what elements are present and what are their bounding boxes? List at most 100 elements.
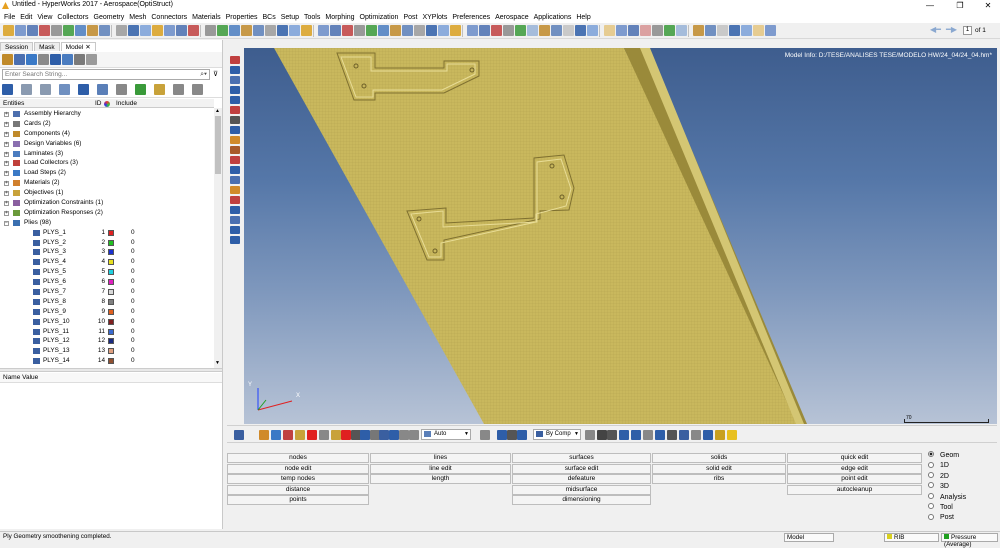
toolbar-tool-icon[interactable] — [491, 25, 502, 36]
browser-filter-icon[interactable] — [135, 84, 146, 95]
distance-button[interactable]: distance — [227, 484, 369, 495]
visualization-tool-icon[interactable] — [389, 430, 399, 440]
view-tool-icon[interactable] — [230, 106, 240, 114]
ply-color-swatch[interactable] — [108, 328, 114, 335]
menu-properties[interactable]: Properties — [226, 12, 263, 23]
nodes-button[interactable]: nodes — [227, 453, 369, 463]
page-radio-geom[interactable]: Geom — [928, 451, 959, 461]
menu-post[interactable]: Post — [403, 12, 422, 23]
ply-row[interactable]: PLYS_6 6 0 — [0, 277, 213, 287]
ply-row[interactable]: PLYS_10 10 0 — [0, 317, 213, 327]
view-tool-icon[interactable] — [230, 146, 240, 154]
ply-row[interactable]: PLYS_5 5 0 — [0, 267, 213, 277]
expand-toggle-icon[interactable]: + — [4, 112, 9, 117]
toolbar-tool-icon[interactable] — [717, 25, 728, 36]
browser-tool-icon[interactable] — [50, 54, 61, 65]
visualization-tool-icon[interactable] — [497, 430, 507, 440]
toolbar-tool-icon[interactable] — [366, 25, 377, 36]
entities-column-header[interactable]: Entities — [3, 99, 24, 108]
toolbar-tool-icon[interactable] — [551, 25, 562, 36]
ply-color-swatch[interactable] — [108, 318, 114, 325]
visualization-tool-icon[interactable] — [480, 430, 490, 440]
menu-morphing[interactable]: Morphing — [325, 12, 359, 23]
ply-color-swatch[interactable] — [108, 358, 114, 365]
toolbar-tool-icon[interactable] — [378, 25, 389, 36]
browser-tool-icon[interactable] — [86, 54, 97, 65]
toolbar-tool-icon[interactable] — [467, 25, 478, 36]
expand-toggle-icon[interactable]: + — [4, 201, 9, 207]
view-tool-icon[interactable] — [230, 116, 240, 124]
ribs-button[interactable]: ribs — [652, 474, 786, 484]
defeature-button[interactable]: defeature — [512, 474, 651, 484]
toolbar-tool-icon[interactable] — [616, 25, 627, 36]
toolbar-tool-icon[interactable] — [39, 25, 50, 36]
expand-toggle-icon[interactable]: + — [4, 210, 9, 216]
toolbar-tool-icon[interactable] — [241, 25, 252, 36]
visualization-tool-icon[interactable] — [643, 430, 653, 440]
menu-geometry[interactable]: Geometry — [94, 12, 130, 23]
panel-splitter[interactable] — [0, 368, 222, 372]
toolbar-tool-icon[interactable] — [438, 25, 449, 36]
expand-toggle-icon[interactable]: + — [4, 171, 9, 177]
ply-row[interactable]: PLYS_14 14 0 — [0, 356, 213, 366]
radio-icon[interactable] — [928, 451, 934, 458]
graphics-area[interactable]: Y X Model Info: D:/TESE/ANALISES TESE/MO… — [244, 48, 997, 424]
view-tool-icon[interactable] — [230, 76, 240, 84]
lines-button[interactable]: lines — [370, 453, 511, 463]
toolbar-tool-icon[interactable] — [140, 25, 151, 36]
radio-icon[interactable] — [928, 471, 934, 478]
line-edit-button[interactable]: line edit — [370, 463, 511, 474]
view-tool-icon[interactable] — [230, 236, 240, 244]
radio-icon[interactable] — [928, 513, 934, 520]
solids-button[interactable]: solids — [652, 453, 786, 463]
expand-toggle-icon[interactable]: + — [4, 141, 9, 147]
id-column-header[interactable]: ID — [95, 99, 102, 108]
menu-setup[interactable]: Setup — [281, 12, 304, 23]
ply-row[interactable]: PLYS_12 12 0 — [0, 336, 213, 346]
toolbar-tool-icon[interactable] — [188, 25, 199, 36]
visualization-tool-icon[interactable] — [703, 430, 713, 440]
tree-folder-row[interactable]: + Design Variables (6) — [0, 139, 213, 149]
browser-filter-icon[interactable] — [116, 84, 127, 95]
toolbar-tool-icon[interactable] — [87, 25, 98, 36]
toolbar-tool-icon[interactable] — [277, 25, 288, 36]
menu-help[interactable]: Help — [576, 12, 595, 23]
quick-edit-button[interactable]: quick edit — [787, 453, 922, 463]
tab-mask[interactable]: Mask — [34, 42, 60, 51]
menu-connectors[interactable]: Connectors — [151, 12, 192, 23]
view-tool-icon[interactable] — [230, 186, 240, 194]
include-column-header[interactable]: Include — [116, 99, 137, 108]
dimensioning-button[interactable]: dimensioning — [512, 495, 651, 505]
toolbar-tool-icon[interactable] — [265, 25, 276, 36]
browser-tool-icon[interactable] — [74, 54, 85, 65]
page-radio-2d[interactable]: 2D — [928, 471, 949, 482]
surface-edit-button[interactable]: surface edit — [512, 463, 651, 474]
toolbar-tool-icon[interactable] — [753, 25, 764, 36]
status-load-collector[interactable]: Pressure (Average) — [941, 533, 998, 548]
browser-filter-icon[interactable] — [59, 84, 70, 95]
ply-row[interactable]: PLYS_7 7 0 — [0, 287, 213, 297]
visualization-tool-icon[interactable] — [234, 430, 244, 440]
visualization-tool-icon[interactable] — [597, 430, 607, 440]
ply-color-swatch[interactable] — [108, 348, 114, 355]
view-tool-icon[interactable] — [230, 96, 240, 104]
toolbar-tool-icon[interactable] — [402, 25, 413, 36]
page-radio-tool[interactable]: Tool — [928, 503, 953, 513]
toolbar-tool-icon[interactable] — [575, 25, 586, 36]
toolbar-tool-icon[interactable] — [75, 25, 86, 36]
view-tool-icon[interactable] — [230, 166, 240, 174]
view-tool-icon[interactable] — [230, 206, 240, 214]
tree-folder-row[interactable]: + Components (4) — [0, 129, 213, 139]
toolbar-tool-icon[interactable] — [426, 25, 437, 36]
view-tool-icon[interactable] — [230, 216, 240, 224]
ply-color-swatch[interactable] — [108, 279, 114, 286]
menu-view[interactable]: View — [37, 12, 57, 23]
browser-filter-icon[interactable] — [78, 84, 89, 95]
composite-panel[interactable] — [274, 48, 807, 424]
visualization-tool-icon[interactable] — [517, 430, 527, 440]
view-tool-icon[interactable] — [230, 196, 240, 204]
previous-page-icon[interactable]: ◀━ — [930, 25, 941, 34]
toolbar-tool-icon[interactable] — [587, 25, 598, 36]
tree-folder-row[interactable]: + Optimization Constraints (1) — [0, 198, 213, 208]
tab-session[interactable]: Session — [0, 42, 34, 51]
